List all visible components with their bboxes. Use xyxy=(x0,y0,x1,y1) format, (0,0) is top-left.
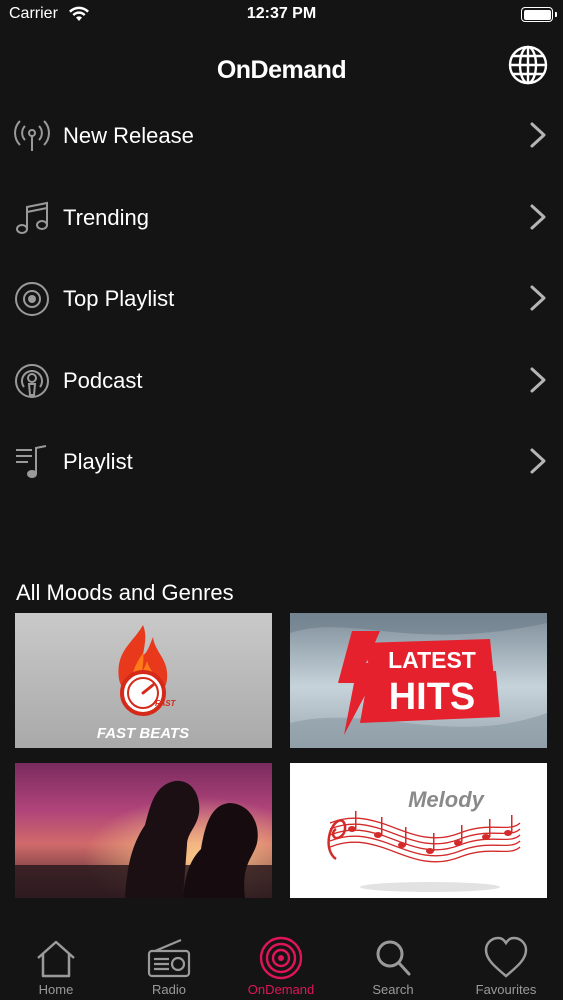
melody-artwork: Melody xyxy=(327,787,521,892)
bottom-tab-bar: Home Radio OnDemand Search Favourites xyxy=(0,928,563,1000)
genre-tile-latest-hits[interactable]: LATEST HITS xyxy=(290,613,547,748)
menu-item-label: Top Playlist xyxy=(63,286,175,311)
menu-item-label: Trending xyxy=(63,204,150,230)
app-header: OnDemand xyxy=(0,44,563,100)
tab-home[interactable]: Home xyxy=(0,928,112,1000)
menu-item-top-playlist[interactable]: Top Playlist xyxy=(0,259,563,341)
chevron-right-icon xyxy=(530,122,546,148)
playlist-icon xyxy=(16,445,47,478)
music-note-icon xyxy=(16,201,48,234)
menu-item-playlist[interactable]: Playlist xyxy=(0,422,563,504)
battery-icon xyxy=(521,7,557,22)
tab-favourites[interactable]: Favourites xyxy=(450,928,562,1000)
menu-item-label: Podcast xyxy=(63,367,143,393)
tab-search[interactable]: Search xyxy=(337,928,449,1000)
genre-tile-romance[interactable] xyxy=(15,763,272,898)
genre-tile-fast-beats[interactable]: FAST FAST BEATS xyxy=(15,613,272,748)
tab-label: Radio xyxy=(152,982,186,997)
disc-icon xyxy=(15,282,49,316)
menu-item-new-release[interactable]: New Release xyxy=(0,96,563,178)
fast-badge-text: FAST xyxy=(155,699,177,708)
genres-section-title: All Moods and Genres xyxy=(16,580,234,605)
genre-tile-melody[interactable]: Melody xyxy=(290,763,547,898)
menu-item-label: New Release xyxy=(63,123,194,148)
tab-label: Favourites xyxy=(475,982,537,997)
menu-item-label: Playlist xyxy=(63,449,133,474)
search-icon xyxy=(376,940,411,976)
couple-silhouette-artwork xyxy=(15,763,272,898)
podcast-icon xyxy=(15,363,49,398)
chevron-right-icon xyxy=(530,285,546,311)
globe-icon xyxy=(508,45,548,85)
home-icon xyxy=(37,940,75,978)
clock-time: 12:37 PM xyxy=(246,5,317,22)
latest-hits-artwork: LATEST HITS xyxy=(290,613,547,748)
tab-ondemand[interactable]: OnDemand xyxy=(225,928,337,1000)
broadcast-icon xyxy=(14,120,50,151)
fast-beats-title: FAST BEATS xyxy=(97,725,189,742)
tab-label: Home xyxy=(38,982,74,997)
melody-title: Melody xyxy=(408,787,486,812)
chevron-right-icon xyxy=(530,367,546,392)
language-globe-button[interactable] xyxy=(507,44,549,86)
radio-icon xyxy=(147,938,191,978)
page-title: OnDemand xyxy=(216,56,347,84)
status-bar: Carrier 12:37 PM xyxy=(0,0,563,30)
ondemand-menu-list: New Release Trending Top Playlist Podcas… xyxy=(0,96,563,504)
tab-label: OnDemand xyxy=(247,982,315,997)
tab-radio[interactable]: Radio xyxy=(113,928,225,1000)
chevron-right-icon xyxy=(530,448,546,474)
hits-text: HITS xyxy=(389,676,476,718)
chevron-right-icon xyxy=(530,204,546,229)
vinyl-icon xyxy=(259,936,303,980)
menu-item-podcast[interactable]: Podcast xyxy=(0,341,563,423)
tab-label: Search xyxy=(372,982,414,997)
latest-text: LATEST xyxy=(388,647,476,673)
heart-icon xyxy=(484,936,528,978)
menu-item-trending[interactable]: Trending xyxy=(0,178,563,260)
fast-beats-artwork: FAST FAST BEATS xyxy=(97,625,189,742)
